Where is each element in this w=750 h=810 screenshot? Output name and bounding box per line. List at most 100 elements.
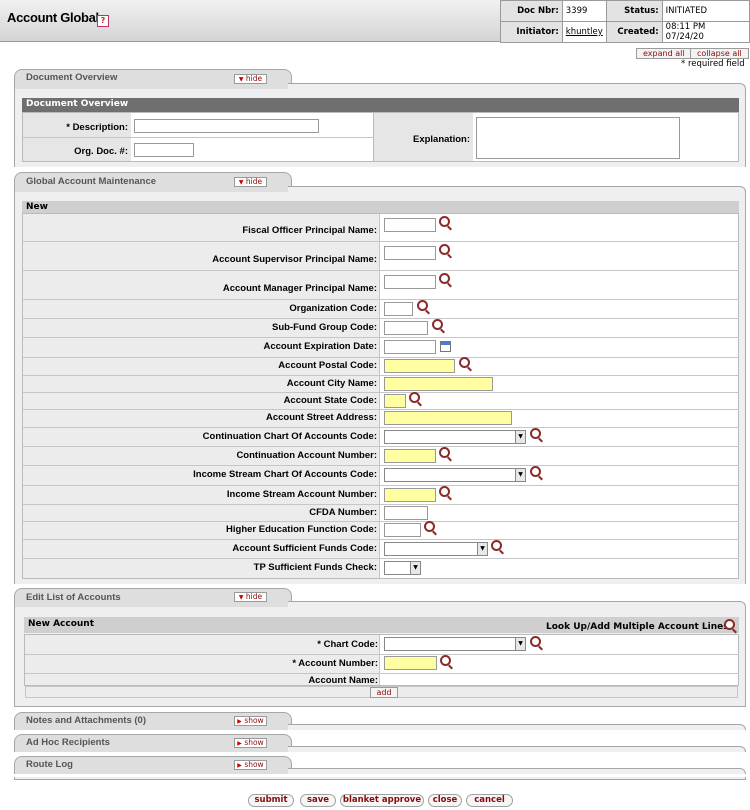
document-info-table: Doc Nbr: 3399 Status: INITIATED Initiato… [500,0,750,43]
lookup-icon[interactable] [409,391,420,403]
chart-code-select[interactable]: ▼ [384,637,526,651]
lookup-icon[interactable] [439,485,450,497]
lookup-icon[interactable] [724,619,735,630]
row-divider [23,270,738,271]
row-divider [23,241,738,242]
status-value: INITIATED [661,0,750,22]
lookup-icon[interactable] [439,244,450,255]
account-city-name-input[interactable] [384,376,493,391]
row-divider [23,337,738,338]
row-divider [23,299,738,300]
submit-button[interactable]: submit [248,794,294,807]
row-divider [23,485,738,486]
required-field-note: * required field [681,59,745,69]
tab-strip [288,746,746,752]
new-account-title: New Account [28,619,95,629]
lookup-icon[interactable] [530,636,541,647]
add-button[interactable]: add [370,687,398,698]
lookup-icon[interactable] [491,539,502,551]
organization-code-label: Organization Code: [289,302,377,314]
lookup-multiple-link[interactable]: Look Up/Add Multiple Account Lines [546,622,729,632]
lookup-icon[interactable] [459,357,470,368]
lookup-icon[interactable] [530,466,541,477]
lookup-icon[interactable] [424,521,435,532]
global-maintenance-hide-button[interactable]: ▼ hide [234,177,267,187]
status-label: Status: [605,0,663,22]
tab-notes-and-attachments-0-label: Notes and Attachments (0) [26,715,146,726]
chart-code-label: * Chart Code: [317,639,378,650]
created-label: Created: [605,21,663,43]
expand-all-button[interactable]: expand all [636,48,692,59]
close-button[interactable]: close [428,794,462,807]
account-expiration-date-input[interactable] [384,340,436,354]
explanation-textarea[interactable] [476,117,680,159]
tab-strip [288,724,746,730]
row-divider [23,504,738,505]
tab-edit-list-label: Edit List of Accounts [26,592,121,603]
save-button[interactable]: save [300,794,336,807]
continuation-chart-of-accounts-code-select[interactable]: ▼ [384,429,526,444]
continuation-account-number-input[interactable] [384,448,436,463]
triangle-down-icon: ▼ [238,76,244,83]
row-divider [23,521,738,522]
account-state-code-input[interactable] [384,393,406,408]
lookup-icon[interactable] [440,655,451,666]
edit-list-hide-button[interactable]: ▼ hide [234,592,267,602]
cfda-number-input[interactable] [384,505,428,520]
lookup-icon[interactable] [530,427,541,439]
collapse-all-button[interactable]: collapse all [690,48,749,59]
triangle-down-icon: ▼ [238,179,244,186]
tab-global-account-maintenance-label: Global Account Maintenance [26,176,157,187]
tab-ad-hoc-recipients-label: Ad Hoc Recipients [26,737,110,748]
account-expiration-date-label: Account Expiration Date: [263,341,378,352]
row-divider [23,446,738,447]
created-value: 08:11 PM 07/24/20 [661,21,750,43]
sub-fund-group-code-input[interactable] [384,320,428,335]
lookup-icon[interactable] [439,216,450,227]
higher-education-function-code-input[interactable] [384,523,421,537]
account-sufficient-funds-code-select[interactable]: ▼ [384,541,488,556]
org-doc-label: Org. Doc. #: [74,146,128,157]
initiator-label: Initiator: [500,21,563,43]
triangle-right-icon: ▶ [237,740,242,747]
toggle-label: hide [245,177,263,186]
account-manager-principal-name-input[interactable] [384,275,436,289]
account-sufficient-funds-code-label: Account Sufficient Funds Code: [232,542,377,554]
global-maintenance-section-header: New [22,201,739,213]
lookup-icon[interactable] [439,446,450,458]
account-street-address-input[interactable] [384,411,512,425]
initiator-link[interactable]: khuntley [561,21,607,43]
fiscal-officer-principal-name-input[interactable] [384,218,436,232]
income-stream-account-number-input[interactable] [384,487,436,502]
income-stream-chart-of-accounts-code-select[interactable]: ▼ [384,468,526,482]
help-icon[interactable]: ? [97,15,109,27]
doc-nbr-label: Doc Nbr: [500,0,563,22]
account-city-name-label: Account City Name: [286,377,377,389]
lookup-icon[interactable] [417,299,428,311]
row-divider [23,558,738,559]
row-divider [23,409,738,410]
lookup-icon[interactable] [432,318,443,330]
org-doc-input[interactable] [134,143,194,157]
tp-sufficient-funds-check-select[interactable]: ▼ [384,561,421,575]
blanket-approve-button[interactable]: blanket approve [340,794,424,807]
account-postal-code-input[interactable] [384,359,455,373]
account-supervisor-principal-name-input[interactable] [384,246,436,260]
ad-hoc-recipients-show-button[interactable]: ▶ show [234,738,267,748]
route-log-show-button[interactable]: ▶ show [234,760,267,770]
account-number-input[interactable] [384,656,437,670]
sub-fund-group-code-label: Sub-Fund Group Code: [271,321,377,333]
account-manager-principal-name-label: Account Manager Principal Name: [222,282,377,294]
lookup-icon[interactable] [439,273,450,284]
document-overview-hide-button[interactable]: ▼ hide [234,74,267,84]
description-input[interactable] [134,119,319,133]
cancel-button[interactable]: cancel [466,794,513,807]
tab-route-log-label: Route Log [26,759,73,770]
organization-code-input[interactable] [384,301,413,316]
toggle-label: show [244,716,264,725]
continuation-chart-of-accounts-code-label: Continuation Chart Of Accounts Code: [202,430,377,442]
dropdown-arrow-icon: ▼ [410,562,420,574]
calendar-icon[interactable] [440,341,451,352]
triangle-right-icon: ▶ [237,762,242,769]
notes-and-attachments-0-show-button[interactable]: ▶ show [234,716,267,726]
